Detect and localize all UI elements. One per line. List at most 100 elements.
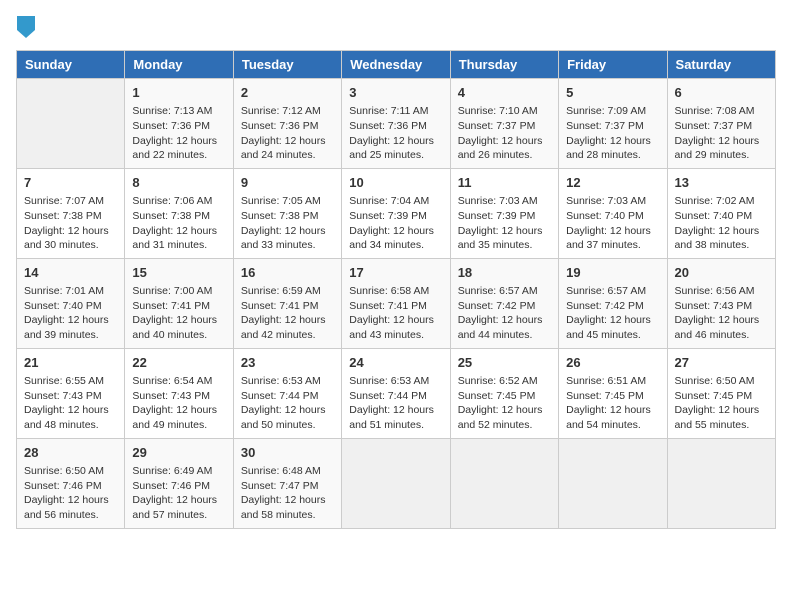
day-number: 11 xyxy=(458,174,551,192)
day-number: 29 xyxy=(132,444,225,462)
calendar-table: SundayMondayTuesdayWednesdayThursdayFrid… xyxy=(16,50,776,529)
cell-info: Sunrise: 6:53 AMSunset: 7:44 PMDaylight:… xyxy=(241,374,334,433)
cell-info: Sunrise: 6:48 AMSunset: 7:47 PMDaylight:… xyxy=(241,464,334,523)
calendar-cell: 11 Sunrise: 7:03 AMSunset: 7:39 PMDayligh… xyxy=(450,168,558,258)
cell-info: Sunrise: 6:56 AMSunset: 7:43 PMDaylight:… xyxy=(675,284,768,343)
cell-info: Sunrise: 7:00 AMSunset: 7:41 PMDaylight:… xyxy=(132,284,225,343)
day-number: 24 xyxy=(349,354,442,372)
week-row-5: 28 Sunrise: 6:50 AMSunset: 7:46 PMDayligh… xyxy=(17,438,776,528)
calendar-cell: 21 Sunrise: 6:55 AMSunset: 7:43 PMDayligh… xyxy=(17,348,125,438)
week-row-2: 7 Sunrise: 7:07 AMSunset: 7:38 PMDaylight… xyxy=(17,168,776,258)
calendar-cell: 17 Sunrise: 6:58 AMSunset: 7:41 PMDayligh… xyxy=(342,258,450,348)
calendar-cell: 8 Sunrise: 7:06 AMSunset: 7:38 PMDaylight… xyxy=(125,168,233,258)
calendar-cell: 24Sunrise: 6:53 AMSunset: 7:44 PMDayligh… xyxy=(342,348,450,438)
calendar-cell: 16 Sunrise: 6:59 AMSunset: 7:41 PMDayligh… xyxy=(233,258,341,348)
calendar-cell: 7 Sunrise: 7:07 AMSunset: 7:38 PMDaylight… xyxy=(17,168,125,258)
calendar-cell: 5 Sunrise: 7:09 AMSunset: 7:37 PMDaylight… xyxy=(559,79,667,169)
cell-info: Sunrise: 7:11 AMSunset: 7:36 PMDaylight:… xyxy=(349,104,442,163)
day-header-sunday: Sunday xyxy=(17,51,125,79)
calendar-cell: 4 Sunrise: 7:10 AMSunset: 7:37 PMDaylight… xyxy=(450,79,558,169)
calendar-cell: 29 Sunrise: 6:49 AMSunset: 7:46 PMDayligh… xyxy=(125,438,233,528)
day-number: 8 xyxy=(132,174,225,192)
day-number: 17 xyxy=(349,264,442,282)
week-row-3: 14 Sunrise: 7:01 AMSunset: 7:40 PMDayligh… xyxy=(17,258,776,348)
cell-info: Sunrise: 6:58 AMSunset: 7:41 PMDaylight:… xyxy=(349,284,442,343)
cell-info: Sunrise: 7:06 AMSunset: 7:38 PMDaylight:… xyxy=(132,194,225,253)
cell-info: Sunrise: 6:50 AMSunset: 7:46 PMDaylight:… xyxy=(24,464,117,523)
day-number: 7 xyxy=(24,174,117,192)
cell-info: Sunrise: 7:10 AMSunset: 7:37 PMDaylight:… xyxy=(458,104,551,163)
calendar-cell: 1Sunrise: 7:13 AMSunset: 7:36 PMDaylight… xyxy=(125,79,233,169)
calendar-cell: 23 Sunrise: 6:53 AMSunset: 7:44 PMDayligh… xyxy=(233,348,341,438)
logo-icon xyxy=(17,16,35,38)
day-header-saturday: Saturday xyxy=(667,51,775,79)
cell-info: Sunrise: 6:51 AMSunset: 7:45 PMDaylight:… xyxy=(566,374,659,433)
day-number: 26 xyxy=(566,354,659,372)
cell-info: Sunrise: 7:02 AMSunset: 7:40 PMDaylight:… xyxy=(675,194,768,253)
cell-info: Sunrise: 6:54 AMSunset: 7:43 PMDaylight:… xyxy=(132,374,225,433)
week-row-1: 1Sunrise: 7:13 AMSunset: 7:36 PMDaylight… xyxy=(17,79,776,169)
day-number: 13 xyxy=(675,174,768,192)
cell-info: Sunrise: 7:09 AMSunset: 7:37 PMDaylight:… xyxy=(566,104,659,163)
cell-info: Sunrise: 6:55 AMSunset: 7:43 PMDaylight:… xyxy=(24,374,117,433)
day-number: 4 xyxy=(458,84,551,102)
day-number: 22 xyxy=(132,354,225,372)
cell-info: Sunrise: 6:57 AMSunset: 7:42 PMDaylight:… xyxy=(566,284,659,343)
calendar-cell: 22 Sunrise: 6:54 AMSunset: 7:43 PMDayligh… xyxy=(125,348,233,438)
day-number: 12 xyxy=(566,174,659,192)
calendar-cell: 30 Sunrise: 6:48 AMSunset: 7:47 PMDayligh… xyxy=(233,438,341,528)
day-header-wednesday: Wednesday xyxy=(342,51,450,79)
calendar-cell: 27 Sunrise: 6:50 AMSunset: 7:45 PMDayligh… xyxy=(667,348,775,438)
day-header-monday: Monday xyxy=(125,51,233,79)
day-number: 16 xyxy=(241,264,334,282)
calendar-cell: 25Sunrise: 6:52 AMSunset: 7:45 PMDayligh… xyxy=(450,348,558,438)
day-header-thursday: Thursday xyxy=(450,51,558,79)
calendar-cell: 28 Sunrise: 6:50 AMSunset: 7:46 PMDayligh… xyxy=(17,438,125,528)
day-number: 30 xyxy=(241,444,334,462)
cell-info: Sunrise: 6:59 AMSunset: 7:41 PMDaylight:… xyxy=(241,284,334,343)
day-header-tuesday: Tuesday xyxy=(233,51,341,79)
cell-info: Sunrise: 6:49 AMSunset: 7:46 PMDaylight:… xyxy=(132,464,225,523)
calendar-cell xyxy=(667,438,775,528)
cell-info: Sunrise: 6:57 AMSunset: 7:42 PMDaylight:… xyxy=(458,284,551,343)
cell-info: Sunrise: 7:07 AMSunset: 7:38 PMDaylight:… xyxy=(24,194,117,253)
calendar-cell: 12Sunrise: 7:03 AMSunset: 7:40 PMDayligh… xyxy=(559,168,667,258)
day-number: 21 xyxy=(24,354,117,372)
logo xyxy=(16,16,36,38)
cell-info: Sunrise: 7:03 AMSunset: 7:39 PMDaylight:… xyxy=(458,194,551,253)
day-number: 18 xyxy=(458,264,551,282)
day-number: 6 xyxy=(675,84,768,102)
calendar-cell: 3 Sunrise: 7:11 AMSunset: 7:36 PMDaylight… xyxy=(342,79,450,169)
calendar-cell: 26 Sunrise: 6:51 AMSunset: 7:45 PMDayligh… xyxy=(559,348,667,438)
cell-info: Sunrise: 7:08 AMSunset: 7:37 PMDaylight:… xyxy=(675,104,768,163)
cell-info: Sunrise: 6:50 AMSunset: 7:45 PMDaylight:… xyxy=(675,374,768,433)
cell-info: Sunrise: 6:52 AMSunset: 7:45 PMDaylight:… xyxy=(458,374,551,433)
calendar-cell: 14 Sunrise: 7:01 AMSunset: 7:40 PMDayligh… xyxy=(17,258,125,348)
calendar-cell: 20 Sunrise: 6:56 AMSunset: 7:43 PMDayligh… xyxy=(667,258,775,348)
days-of-week-row: SundayMondayTuesdayWednesdayThursdayFrid… xyxy=(17,51,776,79)
calendar-cell: 15 Sunrise: 7:00 AMSunset: 7:41 PMDayligh… xyxy=(125,258,233,348)
cell-info: Sunrise: 7:12 AMSunset: 7:36 PMDaylight:… xyxy=(241,104,334,163)
calendar-cell: 13 Sunrise: 7:02 AMSunset: 7:40 PMDayligh… xyxy=(667,168,775,258)
day-number: 19 xyxy=(566,264,659,282)
day-number: 20 xyxy=(675,264,768,282)
day-number: 14 xyxy=(24,264,117,282)
calendar-cell: 9 Sunrise: 7:05 AMSunset: 7:38 PMDaylight… xyxy=(233,168,341,258)
day-number: 23 xyxy=(241,354,334,372)
cell-info: Sunrise: 7:05 AMSunset: 7:38 PMDaylight:… xyxy=(241,194,334,253)
week-row-4: 21 Sunrise: 6:55 AMSunset: 7:43 PMDayligh… xyxy=(17,348,776,438)
calendar-cell xyxy=(342,438,450,528)
day-number: 5 xyxy=(566,84,659,102)
calendar-cell xyxy=(450,438,558,528)
cell-info: Sunrise: 7:01 AMSunset: 7:40 PMDaylight:… xyxy=(24,284,117,343)
cell-info: Sunrise: 7:04 AMSunset: 7:39 PMDaylight:… xyxy=(349,194,442,253)
day-number: 3 xyxy=(349,84,442,102)
calendar-cell: 19 Sunrise: 6:57 AMSunset: 7:42 PMDayligh… xyxy=(559,258,667,348)
day-number: 1 xyxy=(132,84,225,102)
calendar-cell: 10Sunrise: 7:04 AMSunset: 7:39 PMDayligh… xyxy=(342,168,450,258)
day-number: 15 xyxy=(132,264,225,282)
day-number: 28 xyxy=(24,444,117,462)
day-number: 27 xyxy=(675,354,768,372)
page-header xyxy=(16,16,776,38)
day-number: 9 xyxy=(241,174,334,192)
